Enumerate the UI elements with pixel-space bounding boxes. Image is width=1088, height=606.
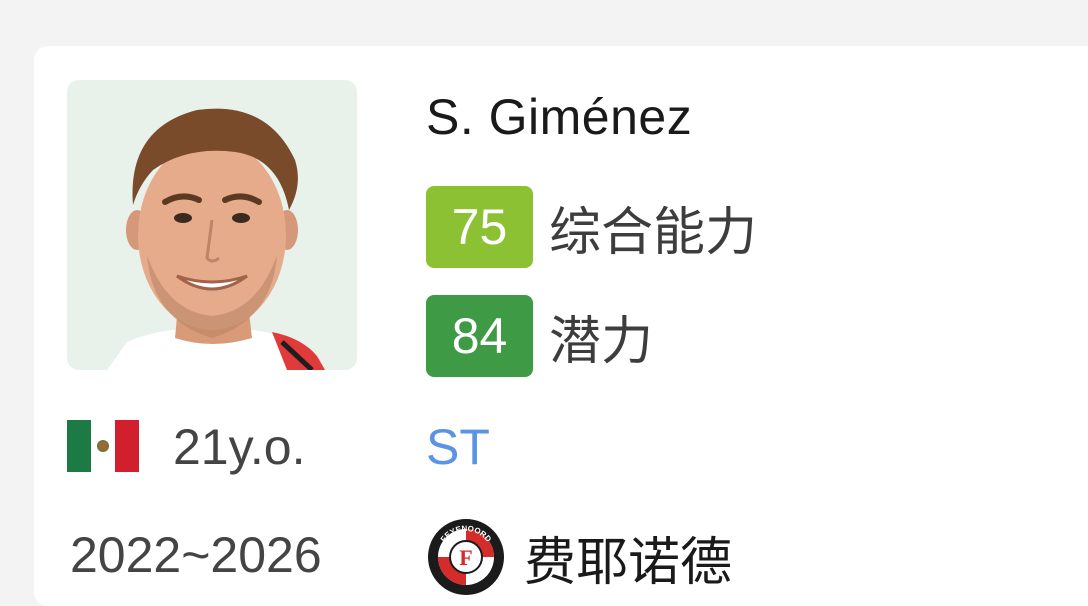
- player-age: 21y.o.: [173, 419, 306, 475]
- potential-rating-row: 84 潜力: [426, 295, 653, 377]
- player-name: S. Giménez: [426, 89, 693, 145]
- overall-rating-label: 综合能力: [549, 203, 758, 262]
- contract-period: 2022~2026: [70, 527, 322, 583]
- svg-text:F: F: [459, 545, 472, 570]
- feyenoord-crest-icon: F FEYENOORD: [426, 517, 506, 597]
- mexico-flag-icon: [67, 420, 139, 472]
- club-name[interactable]: 费耶诺德: [524, 520, 732, 595]
- player-portrait-icon: [107, 108, 325, 370]
- player-position[interactable]: ST: [426, 418, 490, 476]
- potential-rating-label: 潜力: [549, 312, 654, 371]
- overall-rating-row: 75 综合能力: [426, 186, 757, 268]
- player-photo: [67, 80, 357, 370]
- potential-rating-badge: 84: [426, 295, 533, 377]
- overall-rating-badge: 75: [426, 186, 533, 268]
